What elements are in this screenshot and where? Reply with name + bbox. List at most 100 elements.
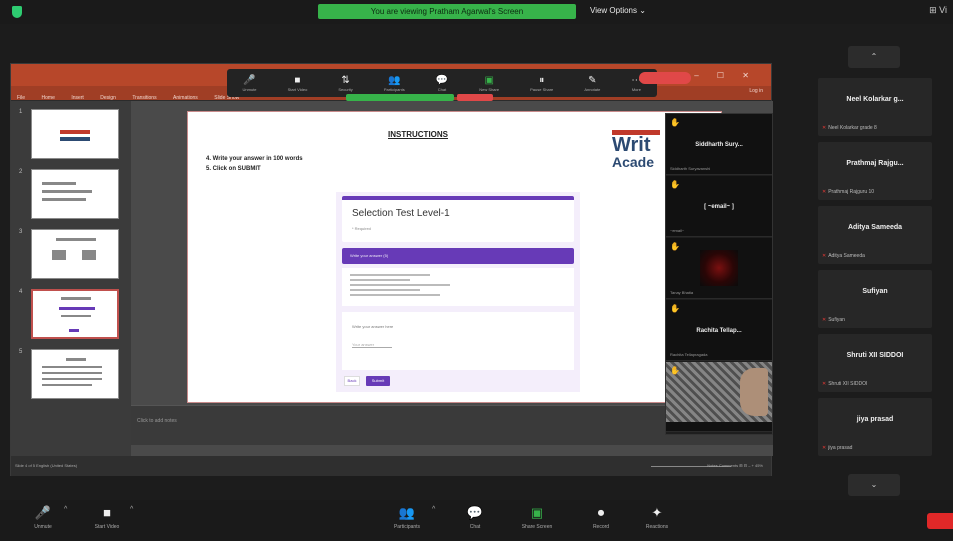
form-back-button: Back: [344, 376, 360, 386]
view-options-button[interactable]: View Options ⌄: [590, 6, 646, 15]
participant-name: [ ~email~ ]: [704, 204, 734, 210]
slide-thumbnail[interactable]: [31, 109, 119, 159]
gallery-tile[interactable]: Shruti XII SIDDOI ✕ Shruti XII SIDDOI: [818, 334, 932, 392]
current-slide[interactable]: INSTRUCTIONS 4. Write your answer in 100…: [187, 111, 722, 403]
participant-name: Rachita Tellap...: [696, 328, 742, 334]
toolbar-unmute-button[interactable]: 🎤 Unmute: [243, 75, 257, 92]
muted-mic-icon: ✕: [822, 317, 827, 323]
toolbar-label: More: [631, 86, 641, 92]
gallery-tile[interactable]: Neel Kolarkar g... ✕ Neel Kolarkar grade …: [818, 78, 932, 136]
share-screen-button[interactable]: ▣ Share Screen: [514, 505, 560, 530]
gallery-tile[interactable]: Aditya Sameeda ✕ Aditya Sameeda: [818, 206, 932, 264]
gallery-tile[interactable]: jiya prasad ✕ jiya prasad: [818, 398, 932, 456]
participant-label: ✕ Sufiyan: [822, 317, 845, 323]
slide-thumbnail[interactable]: [31, 169, 119, 219]
thumb-line: [42, 190, 92, 193]
thumb-line: [61, 315, 91, 317]
thumb-line: [42, 372, 102, 374]
gallery-tile[interactable]: Prathmaj Rajgu... ✕ Prathmaj Rajguru 10: [818, 142, 932, 200]
slide-thumbnail[interactable]: [31, 349, 119, 399]
participant-label-text: Aditya Sameeda: [828, 253, 865, 259]
toolbar-participants-button[interactable]: 👥 Participants: [384, 75, 405, 92]
status-view-controls[interactable]: Notes Comments ⊞ ⊟ – + 45%: [707, 463, 763, 468]
record-button[interactable]: ⏺ Record: [578, 505, 624, 530]
record-icon: ⏺: [597, 505, 605, 520]
participants-caret-icon[interactable]: ^: [432, 506, 435, 513]
pen-icon: ✎: [588, 74, 597, 86]
video-tile[interactable]: ✋: [666, 362, 772, 432]
slide-thumbnail[interactable]: [31, 229, 119, 279]
participants-button[interactable]: 👥 Participants: [384, 505, 430, 530]
raised-hand-icon: ✋: [670, 366, 680, 375]
video-tile[interactable]: ✋ Tanay Bhatia: [666, 238, 772, 299]
slide-thumbnail-row[interactable]: 5: [19, 349, 125, 401]
thumb-form-bar: [59, 307, 95, 310]
slide-thumbnail-row[interactable]: 1: [19, 109, 125, 161]
toolbar-label: Security: [338, 86, 353, 92]
shared-screen: File Home Insert Design Transitions Anim…: [10, 63, 773, 476]
chat-icon: 💬: [435, 74, 449, 86]
control-label: Reactions: [645, 524, 669, 530]
muted-mic-icon: ✕: [822, 445, 827, 451]
participant-name: Sufiyan: [862, 288, 888, 295]
toolbar-pause-share-button[interactable]: ⏸ Pause Share: [530, 75, 553, 92]
ppt-window-buttons[interactable]: – ☐ ✕: [694, 71, 757, 80]
powerpoint-status-bar: Slide 4 of 5 English (United States) Not…: [11, 456, 771, 476]
toolbar-annotate-button[interactable]: ✎ Annotate: [584, 75, 600, 92]
participant-label: ✕ Neel Kolarkar grade 8: [822, 125, 877, 131]
screen-share-banner: You are viewing Pratham Agarwal's Screen: [318, 4, 576, 19]
audio-options-caret-icon[interactable]: ^: [64, 506, 67, 513]
video-tile[interactable]: ✋ Siddharth Sury... Siddharth Suryavansh…: [666, 114, 772, 175]
toolbar-chat-button[interactable]: 💬 Chat: [436, 75, 448, 92]
start-video-button[interactable]: ■ Start Video: [84, 505, 130, 530]
ppt-login-link[interactable]: Log in: [749, 88, 763, 94]
raised-hand-icon: ✋: [670, 118, 680, 127]
slide-thumbnail-selected[interactable]: [31, 289, 119, 339]
video-tile[interactable]: ✋ [ ~email~ ] ~email~: [666, 176, 772, 237]
view-toggle-button[interactable]: ⊞ Vi: [929, 5, 947, 16]
thumb-line: [42, 182, 76, 185]
participant-label: ✕ Shruti XII SIDDOI: [822, 381, 867, 387]
chat-button[interactable]: 💬 Chat: [452, 505, 498, 530]
participant-name: Aditya Sameeda: [847, 224, 903, 231]
unmute-button[interactable]: 🎤 Unmute: [20, 505, 66, 530]
participant-label-text: Neel Kolarkar grade 8: [828, 125, 877, 131]
slide-thumbnail-row[interactable]: 3: [19, 229, 125, 281]
reactions-button[interactable]: ✦ Reactions: [634, 505, 680, 530]
thumb-line: [42, 366, 102, 368]
toolbar-label: Chat: [437, 86, 447, 92]
raised-hand-icon: ✋: [670, 242, 680, 251]
participant-label-text: Shruti XII SIDDOI: [828, 381, 868, 387]
slide-step-5: 5. Click on SUBMIT: [206, 166, 261, 172]
slide-thumbnail-row[interactable]: 4: [19, 289, 125, 341]
thumb-line: [52, 250, 66, 260]
chat-icon: 💬: [466, 505, 484, 520]
slide-thumbnail-row[interactable]: 2: [19, 169, 125, 221]
muted-mic-icon: ✕: [822, 189, 827, 195]
zoom-meeting-window: You are viewing Pratham Agarwal's Screen…: [0, 0, 953, 541]
recording-indicator[interactable]: [639, 72, 691, 84]
participant-label: ~email~: [670, 228, 685, 233]
video-tile[interactable]: ✋ Rachita Tellap... Rachita Tellapragada: [666, 300, 772, 361]
thumb-line: [42, 198, 86, 201]
toolbar-start-video-button[interactable]: ■ Start Video: [288, 75, 308, 92]
form-question-label: Write your answer here: [352, 324, 394, 329]
video-camera-icon: ■: [294, 74, 301, 86]
form-answer-input: Your answer: [352, 342, 392, 348]
gallery-next-page-button[interactable]: ⌄: [848, 474, 900, 496]
end-meeting-button[interactable]: [927, 513, 953, 529]
slide-number: 1: [19, 109, 23, 115]
video-options-caret-icon[interactable]: ^: [130, 506, 133, 513]
control-label: Start Video: [94, 524, 120, 530]
participant-label: ✕ Aditya Sameeda: [822, 253, 865, 259]
stop-share-button[interactable]: [457, 94, 493, 101]
security-shield-icon[interactable]: [12, 6, 22, 18]
toolbar-security-button[interactable]: ⇅ Security: [338, 75, 352, 92]
form-submit-button: Submit: [366, 376, 390, 386]
gallery-tile[interactable]: Sufiyan ✕ Sufiyan: [818, 270, 932, 328]
participant-face: [740, 368, 768, 416]
share-floating-toolbar: 🎤 Unmute ■ Start Video ⇅ Security 👥 Particip…: [227, 69, 657, 97]
participant-name: Siddharth Sury...: [695, 142, 743, 148]
gallery-prev-page-button[interactable]: ⌃: [848, 46, 900, 68]
toolbar-new-share-button[interactable]: ▣ New Share: [479, 75, 499, 92]
